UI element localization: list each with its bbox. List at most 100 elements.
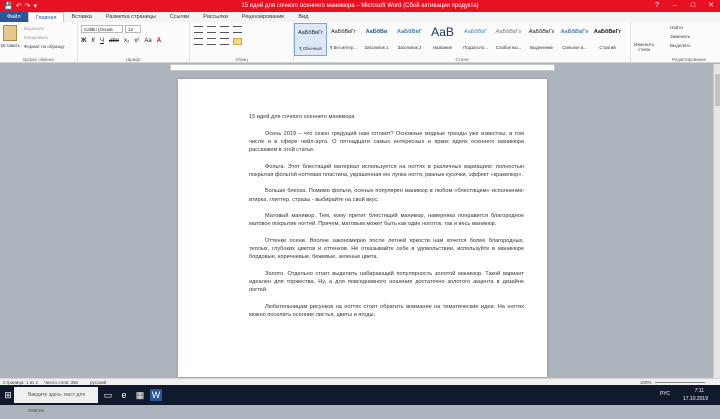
style-heading-1[interactable]: АаБбВв Заголовок 1 bbox=[360, 23, 393, 56]
paragraph: Фольга. Этот блестящий материал использу… bbox=[249, 163, 524, 178]
document-page[interactable]: 15 идей для сочного осеннего маникюра Ос… bbox=[178, 79, 547, 377]
help-icon[interactable]: ? bbox=[648, 0, 666, 12]
style-name: ¶ Обычный bbox=[299, 46, 322, 51]
group-label: Шрифт bbox=[126, 57, 141, 62]
style-preview: АаБбВвГг bbox=[330, 29, 357, 35]
font-size-select[interactable]: 12 bbox=[125, 25, 141, 33]
style-name: Сильное в... bbox=[562, 45, 587, 50]
align-center-icon[interactable] bbox=[207, 38, 216, 45]
word-icon[interactable]: W bbox=[150, 389, 162, 401]
paragraph: Оттенки осени. Вполне закономерно после … bbox=[249, 237, 524, 261]
bullets-icon[interactable] bbox=[194, 26, 203, 33]
numbering-icon[interactable] bbox=[207, 26, 216, 33]
underline-button[interactable]: Ч bbox=[100, 38, 104, 44]
sort-icon[interactable] bbox=[233, 26, 242, 33]
style-heading-2[interactable]: АаБбВвГ Заголовок 2 bbox=[393, 23, 426, 56]
style-subtitle[interactable]: АаБбВвГ Подзаголо... bbox=[459, 23, 492, 56]
align-left-icon[interactable] bbox=[194, 38, 203, 45]
status-bar: Страница: 1 из 2 Число слов: 356 русский… bbox=[0, 378, 720, 385]
save-icon[interactable]: 💾 bbox=[4, 2, 13, 10]
document-heading: 15 идей для сочного осеннего маникюра bbox=[249, 114, 355, 120]
horizontal-ruler[interactable] bbox=[170, 64, 555, 71]
maximize-button[interactable]: □ bbox=[684, 0, 702, 12]
style-preview: АаБбВвГг bbox=[560, 29, 589, 35]
paste-icon[interactable] bbox=[3, 25, 17, 41]
styles-gallery: АаБбВвГг ¶ Обычный АаБбВвГг ¶ Без интер...… bbox=[294, 23, 624, 56]
align-right-icon[interactable] bbox=[220, 38, 229, 45]
taskbar-search[interactable]: Введите здесь текст для поиска bbox=[14, 387, 98, 414]
change-case-button[interactable]: Аа bbox=[144, 38, 151, 44]
customize-qat-icon[interactable]: ▾ bbox=[33, 2, 37, 10]
superscript-button[interactable]: x² bbox=[134, 38, 139, 44]
edge-icon[interactable]: e bbox=[118, 389, 130, 401]
tab-review[interactable]: Рецензирование bbox=[235, 12, 291, 22]
paragraph: Золото. Отдельно стоит выделить набирающ… bbox=[249, 270, 524, 294]
tab-references[interactable]: Ссылки bbox=[163, 12, 196, 22]
group-editing: Найти Заменить Выделить Редактирование bbox=[658, 22, 720, 63]
style-name: Слабое вы... bbox=[495, 45, 522, 50]
format-painter-button[interactable]: Формат по образцу bbox=[24, 44, 64, 49]
replace-button[interactable]: Заменить bbox=[670, 34, 690, 39]
tab-view[interactable]: Вид bbox=[291, 12, 315, 22]
group-label: Стили bbox=[455, 57, 469, 62]
italic-button[interactable]: К bbox=[91, 38, 95, 44]
tab-insert[interactable]: Вставка bbox=[64, 12, 98, 22]
paragraph: Больше блеска. Помимо фольги, осенью поп… bbox=[249, 188, 524, 203]
style-preview: АаБбВвГ bbox=[464, 29, 487, 35]
group-label: Абзац bbox=[235, 57, 248, 62]
style-name: Выделение bbox=[530, 45, 553, 50]
minimize-button[interactable]: – bbox=[666, 0, 684, 12]
explorer-icon[interactable]: ▦ bbox=[134, 389, 146, 401]
style-intense-emphasis[interactable]: АаБбВвГг Сильное в... bbox=[558, 23, 591, 56]
bold-button[interactable]: Ж bbox=[81, 38, 86, 44]
justify-icon[interactable] bbox=[233, 38, 242, 45]
start-icon[interactable]: ⊞ bbox=[2, 389, 14, 401]
font-color-button[interactable]: A bbox=[157, 38, 161, 44]
close-button[interactable]: ✕ bbox=[702, 0, 720, 12]
cut-button[interactable]: Вырезать bbox=[24, 26, 44, 31]
ribbon-tabs: Файл Главная Вставка Разметка страницы С… bbox=[0, 11, 720, 23]
style-preview: АаБбВвГг bbox=[297, 30, 324, 36]
document-body[interactable]: 15 идей для сочного осеннего маникюра Ос… bbox=[249, 113, 524, 328]
group-font: Calibri (Основ 12 Ж К Ч abe x₂ x² Аа A Ш… bbox=[78, 22, 190, 63]
tab-page-layout[interactable]: Разметка страницы bbox=[99, 12, 163, 22]
style-emphasis[interactable]: АаБбВвГг Выделение bbox=[525, 23, 558, 56]
copy-button[interactable]: Копировать bbox=[24, 35, 48, 40]
zoom-slider[interactable] bbox=[655, 382, 705, 383]
style-subtle-emphasis[interactable]: АаБбВвГг Слабое вы... bbox=[492, 23, 525, 56]
paste-button[interactable]: Вставить bbox=[1, 43, 20, 48]
tab-mailings[interactable]: Рассылки bbox=[196, 12, 235, 22]
select-button[interactable]: Выделить bbox=[670, 43, 691, 48]
style-preview: АаБбВвГ bbox=[397, 29, 422, 35]
subscript-button[interactable]: x₂ bbox=[124, 38, 129, 44]
title-bar: 💾 ↶ ↷ ▾ 15 идей для сочного осеннего ман… bbox=[0, 0, 720, 12]
paragraph: Матовый маникюр. Тем, кому претит блестя… bbox=[249, 213, 524, 228]
multilevel-list-icon[interactable] bbox=[220, 26, 229, 33]
clock-date[interactable]: 17.10.2019 bbox=[683, 396, 708, 402]
style-preview: АаВ bbox=[431, 25, 454, 39]
font-name-select[interactable]: Calibri (Основ bbox=[81, 25, 123, 33]
style-normal[interactable]: АаБбВвГг ¶ Обычный bbox=[294, 23, 327, 56]
tab-file[interactable]: Файл bbox=[0, 12, 28, 22]
strikethrough-button[interactable]: abe bbox=[109, 38, 119, 44]
taskbar: ⊞ Введите здесь текст для поиска ▭ e ▦ W… bbox=[0, 385, 720, 414]
change-styles-button[interactable]: Изменить стили bbox=[632, 42, 656, 52]
task-view-icon[interactable]: ▭ bbox=[102, 389, 114, 401]
redo-icon[interactable]: ↷ bbox=[25, 2, 31, 10]
input-language[interactable]: РУС bbox=[660, 391, 670, 397]
style-preview: АаБбВвГг bbox=[593, 29, 622, 35]
style-name: Строгий bbox=[599, 45, 616, 50]
style-name: Подзаголо... bbox=[463, 45, 488, 50]
style-preview: АаБбВвГг bbox=[495, 29, 522, 35]
clock-time[interactable]: 7:11 bbox=[695, 388, 704, 394]
style-name: Заголовок 2 bbox=[397, 45, 422, 50]
style-title[interactable]: АаВ Название bbox=[426, 23, 459, 56]
tab-home[interactable]: Главная bbox=[27, 11, 65, 23]
paragraph: Любительницам рисунков на ногтях стоит о… bbox=[249, 303, 524, 319]
vertical-scrollbar[interactable] bbox=[713, 64, 720, 378]
style-strong[interactable]: АаБбВвГг Строгий bbox=[591, 23, 624, 56]
undo-icon[interactable]: ↶ bbox=[16, 2, 22, 10]
style-no-spacing[interactable]: АаБбВвГг ¶ Без интер... bbox=[327, 23, 360, 56]
scrollbar-thumb[interactable] bbox=[715, 74, 720, 106]
find-button[interactable]: Найти bbox=[670, 25, 683, 30]
